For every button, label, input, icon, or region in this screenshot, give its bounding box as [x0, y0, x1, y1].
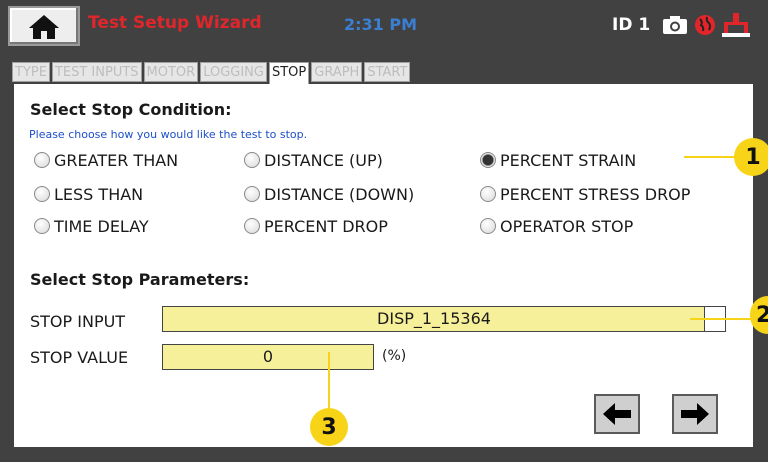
globe-icon[interactable] — [694, 14, 716, 36]
arrow-left-icon — [603, 403, 631, 425]
radio-percent-strain[interactable]: PERCENT STRAIN — [480, 148, 636, 172]
arrow-right-icon — [681, 403, 709, 425]
radio-button[interactable] — [34, 218, 50, 234]
radio-label: LESS THAN — [54, 184, 144, 204]
tab-stop[interactable]: STOP — [268, 62, 310, 84]
radio-distance-up[interactable]: DISTANCE (UP) — [244, 148, 383, 172]
stop-condition-hint: Please choose how you would like the tes… — [29, 128, 308, 141]
stop-input-dropdown[interactable]: DISP_1_15364 — [162, 306, 706, 332]
back-button[interactable] — [594, 394, 640, 434]
radio-button[interactable] — [244, 152, 260, 168]
camera-icon[interactable] — [662, 15, 688, 35]
wizard-tabs: TYPE TEST INPUTS MOTOR LOGGING STOP GRAP… — [12, 62, 412, 84]
radio-button[interactable] — [244, 186, 260, 202]
clock: 2:31 PM — [344, 15, 418, 34]
radio-button[interactable] — [480, 186, 496, 202]
header-bar: Test Setup Wizard 2:31 PM ID 1 — [0, 0, 768, 50]
callout-1-badge: 1 — [734, 138, 768, 176]
stop-value-field[interactable]: 0 — [162, 344, 374, 370]
radio-label: PERCENT STRESS DROP — [500, 184, 691, 204]
home-icon — [29, 15, 59, 39]
radio-label: GREATER THAN — [54, 150, 179, 170]
tab-logging[interactable]: LOGGING — [200, 62, 267, 82]
radio-label: TIME DELAY — [54, 216, 149, 236]
tab-motor[interactable]: MOTOR — [143, 62, 199, 82]
stop-parameters-heading: Select Stop Parameters: — [30, 270, 250, 289]
stop-value-label: STOP VALUE — [30, 348, 129, 367]
tab-start[interactable]: START — [364, 62, 411, 82]
radio-less-than[interactable]: LESS THAN — [34, 182, 143, 206]
radio-button[interactable] — [480, 218, 496, 234]
callout-3-line — [328, 352, 330, 414]
stop-input-label: STOP INPUT — [30, 312, 126, 331]
radio-label: DISTANCE (DOWN) — [264, 184, 415, 204]
app-title: Test Setup Wizard — [88, 13, 262, 33]
radio-button[interactable] — [34, 152, 50, 168]
tab-graph[interactable]: GRAPH — [311, 62, 363, 82]
tab-type[interactable]: TYPE — [12, 62, 50, 82]
radio-label: PERCENT DROP — [264, 216, 388, 236]
radio-operator-stop[interactable]: OPERATOR STOP — [480, 214, 633, 238]
stop-panel: Select Stop Condition: Please choose how… — [14, 84, 753, 447]
tab-test-inputs[interactable]: TEST INPUTS — [51, 62, 142, 82]
radio-button-selected[interactable] — [480, 152, 496, 168]
status-area: ID 1 — [612, 12, 751, 38]
radio-button[interactable] — [244, 218, 260, 234]
radio-time-delay[interactable]: TIME DELAY — [34, 214, 149, 238]
device-id: ID 1 — [612, 15, 651, 35]
load-frame-icon[interactable] — [722, 13, 751, 37]
radio-label: DISTANCE (UP) — [264, 150, 383, 170]
radio-label: OPERATOR STOP — [500, 216, 634, 236]
next-button[interactable] — [672, 394, 718, 434]
radio-greater-than[interactable]: GREATER THAN — [34, 148, 178, 172]
stop-condition-heading: Select Stop Condition: — [30, 100, 232, 119]
radio-distance-down[interactable]: DISTANCE (DOWN) — [244, 182, 414, 206]
radio-percent-drop[interactable]: PERCENT DROP — [244, 214, 388, 238]
home-button[interactable] — [8, 6, 80, 46]
stop-value-unit: (%) — [382, 348, 407, 364]
radio-percent-stress-drop[interactable]: PERCENT STRESS DROP — [480, 182, 690, 206]
radio-button[interactable] — [34, 186, 50, 202]
radio-label: PERCENT STRAIN — [500, 150, 637, 170]
callout-3-badge: 3 — [310, 408, 348, 446]
